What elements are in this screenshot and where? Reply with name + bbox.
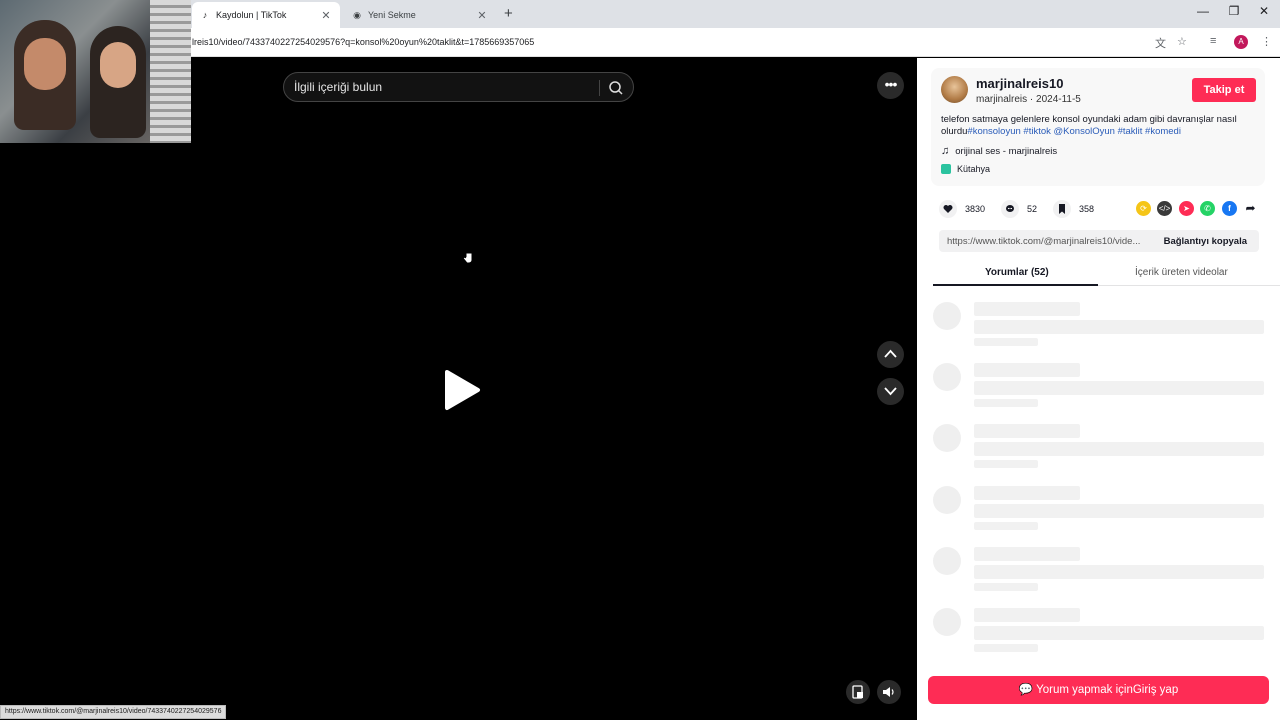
close-window-button[interactable]: ✕	[1249, 4, 1279, 18]
hashtag-link[interactable]: #taklit	[1118, 126, 1143, 137]
login-to-comment-label: Yorum yapmak içinGiriş yap	[1036, 684, 1179, 696]
hashtag-link[interactable]: #konsoloyun	[967, 126, 1020, 137]
creator-username[interactable]: marjinalreis10	[976, 76, 1063, 91]
search-icon[interactable]	[607, 79, 625, 97]
previous-video-button[interactable]	[877, 341, 904, 368]
comment-skeleton	[933, 547, 1268, 601]
hashtag-link[interactable]: #tiktok	[1023, 126, 1050, 137]
post-info-card: marjinalreis10 marjinalreis · 2024-11-5 …	[931, 68, 1265, 186]
panel-tabs: Yorumlar (52) İçerik üreten videolar	[933, 260, 1280, 286]
volume-button[interactable]	[877, 680, 901, 704]
volume-icon	[883, 687, 894, 697]
comment-bubble-icon: 💬	[1018, 684, 1034, 696]
location-link[interactable]: Kütahya	[941, 164, 990, 174]
person-right	[90, 26, 146, 138]
comment-skeleton	[933, 302, 1268, 356]
creator-meta: marjinalreis · 2024-11-5	[976, 94, 1081, 105]
minimize-button[interactable]: —	[1188, 4, 1218, 18]
like-count: 3830	[965, 204, 986, 214]
active-tab-underline	[933, 284, 1098, 286]
new-tab-button[interactable]: +	[504, 5, 513, 22]
repost-icon[interactable]: ⟳	[1136, 201, 1151, 216]
close-tab-icon[interactable]: ✕	[476, 9, 488, 22]
share-link-box: https://www.tiktok.com/@marjinalreis10/v…	[939, 230, 1259, 252]
window-blinds	[150, 0, 191, 143]
status-link-preview: https://www.tiktok.com/@marjinalreis10/v…	[0, 705, 227, 719]
browser-menu-icon[interactable]: ⋮	[1261, 35, 1272, 48]
engagement-stats: 3830 52 358	[939, 200, 1110, 218]
comment-skeleton	[933, 608, 1268, 662]
translate-icon[interactable]: 文	[1155, 35, 1166, 51]
bookmark-star-icon[interactable]: ☆	[1177, 35, 1187, 48]
floating-player-button[interactable]	[846, 680, 870, 704]
video-player[interactable]: •••	[0, 58, 917, 720]
save-button[interactable]: 358	[1053, 200, 1094, 218]
facebook-icon[interactable]: f	[1222, 201, 1237, 216]
send-icon[interactable]: ➤	[1179, 201, 1194, 216]
comment-button[interactable]: 52	[1001, 200, 1037, 218]
browser-tab-bar: ♪ Kaydolun | TikTok ✕ ◉ Yeni Sekme ✕ + —…	[0, 0, 1280, 28]
login-to-comment-button[interactable]: 💬 Yorum yapmak içinGiriş yap	[928, 676, 1269, 704]
share-link-text[interactable]: https://www.tiktok.com/@marjinalreis10/v…	[947, 236, 1147, 247]
comment-icon	[1001, 200, 1020, 218]
save-count: 358	[1079, 204, 1095, 214]
tab-comments[interactable]: Yorumlar (52)	[985, 267, 1049, 278]
restore-button[interactable]: ❐	[1219, 4, 1249, 18]
play-icon[interactable]	[442, 368, 482, 412]
profile-avatar[interactable]: A	[1234, 35, 1248, 49]
location-pin-icon	[941, 164, 951, 174]
chevron-up-icon	[884, 349, 897, 358]
comment-skeleton	[933, 363, 1268, 417]
hand-cursor-icon	[462, 249, 473, 264]
address-bar[interactable]: lreis10/video/7433740227254029576?q=kons…	[0, 28, 1280, 57]
heart-icon	[939, 200, 957, 218]
reading-list-icon[interactable]: ≡	[1210, 35, 1216, 47]
floating-player-icon	[852, 685, 863, 699]
copy-link-button[interactable]: Bağlantıyı kopyala	[1164, 236, 1247, 247]
search-bar	[283, 72, 634, 102]
next-video-button[interactable]	[877, 378, 904, 405]
creator-avatar[interactable]	[941, 76, 968, 103]
tiktok-icon: ♪	[202, 10, 208, 20]
music-note-icon: ♫	[941, 145, 950, 157]
person-left	[14, 20, 76, 130]
mention-link[interactable]: @KonsolOyun	[1054, 126, 1115, 137]
more-icon[interactable]: •••	[877, 72, 904, 99]
tab-creator-videos[interactable]: İçerik üreten videolar	[1135, 267, 1228, 278]
search-input[interactable]	[294, 80, 594, 94]
tab-new[interactable]: ◉ Yeni Sekme ✕	[344, 2, 496, 28]
whatsapp-icon[interactable]: ✆	[1200, 201, 1215, 216]
comment-skeleton	[933, 486, 1268, 540]
screen: ♪ Kaydolun | TikTok ✕ ◉ Yeni Sekme ✕ + —…	[0, 0, 1280, 720]
tab-title: Yeni Sekme	[368, 10, 416, 20]
share-arrow-icon[interactable]: ➦	[1243, 201, 1258, 216]
hashtag-link[interactable]: #komedi	[1145, 126, 1181, 137]
follow-button[interactable]: Takip et	[1192, 78, 1256, 102]
music-title: orijinal ses - marjinalreis	[955, 145, 1058, 157]
details-panel: marjinalreis10 marjinalreis · 2024-11-5 …	[917, 58, 1280, 720]
chrome-icon: ◉	[353, 10, 361, 20]
webcam-overlay	[0, 0, 191, 143]
tab-tiktok[interactable]: ♪ Kaydolun | TikTok ✕	[192, 2, 340, 28]
like-button[interactable]: 3830	[939, 200, 985, 218]
chevron-down-icon	[884, 387, 897, 396]
bookmark-icon	[1053, 200, 1072, 218]
music-link[interactable]: ♫ orijinal ses - marjinalreis	[941, 145, 1057, 157]
post-description: telefon satmaya gelenlere konsol oyundak…	[941, 114, 1261, 138]
comment-count: 52	[1027, 204, 1038, 214]
tab-title: Kaydolun | TikTok	[216, 10, 287, 20]
search-divider	[599, 80, 600, 96]
location-name: Kütahya	[957, 164, 991, 174]
comment-skeleton	[933, 424, 1268, 478]
url-text[interactable]: lreis10/video/7433740227254029576?q=kons…	[192, 37, 534, 47]
embed-icon[interactable]: </>	[1157, 201, 1172, 216]
close-tab-icon[interactable]: ✕	[320, 9, 332, 22]
